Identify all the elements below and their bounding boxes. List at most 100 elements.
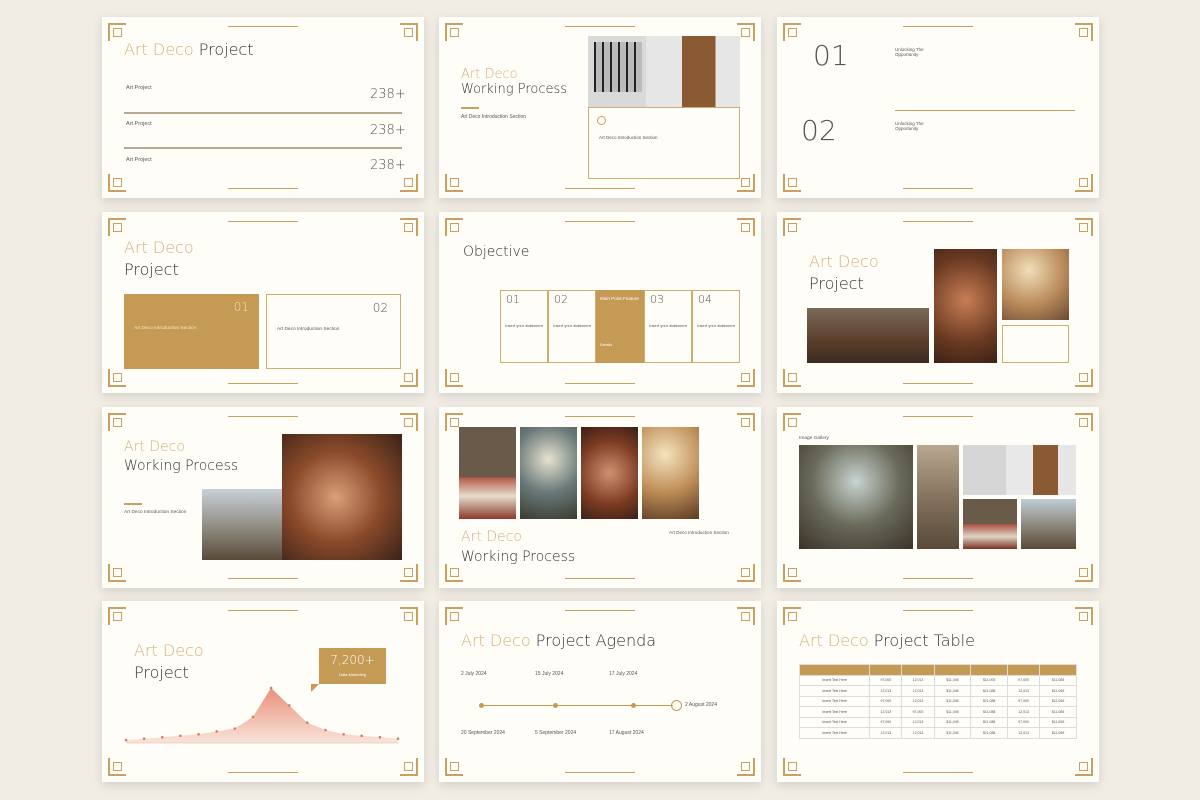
corner-ornament — [400, 218, 418, 236]
header-rule — [903, 221, 973, 222]
corner-ornament — [400, 369, 418, 387]
item-heading: Unlocking The Opportunity — [895, 121, 924, 131]
data-point — [342, 733, 345, 736]
table-cell: 97,000 — [869, 716, 903, 728]
table-cell: $11,065 — [1039, 716, 1077, 728]
accent-bar — [124, 503, 142, 505]
footer-rule — [565, 383, 635, 384]
slide-working-process-staircase[interactable]: Art Deco Working Process Art Deco Introd… — [102, 407, 424, 588]
corner-ornament — [445, 758, 463, 776]
row-value: 238+ — [370, 158, 406, 173]
corner-ornament — [1075, 174, 1093, 192]
corridor-photo — [917, 445, 959, 549]
title-gold: Art Deco — [124, 40, 194, 59]
table-cell: $11,045 — [933, 685, 972, 697]
corner-ornament — [400, 174, 418, 192]
slide-project-table[interactable]: Art Deco Project Table Insert Text Here 9… — [777, 601, 1099, 782]
title-dark: Project — [134, 663, 189, 682]
slide-objective[interactable]: Objective 01 Insert your statement 02 In… — [439, 212, 761, 393]
table-cell: 12,013 — [901, 674, 935, 686]
corner-ornament — [783, 607, 801, 625]
slide-opportunities[interactable]: 01 Unlocking The Opportunity 02 Unlockin… — [777, 17, 1099, 198]
door-window-photo — [588, 36, 740, 107]
data-point — [324, 728, 327, 732]
timeline-dot — [479, 703, 484, 708]
slide-working-process-door[interactable]: Art Deco Working Process Art Deco Introd… — [439, 17, 761, 198]
timeline-dot — [631, 703, 636, 708]
agenda-date: 15 July 2024 — [535, 671, 564, 677]
table-cell: $11,065 — [1039, 685, 1077, 697]
data-point — [124, 738, 128, 742]
agenda-date: 17 July 2024 — [609, 671, 638, 677]
footer-rule — [565, 772, 635, 773]
table-cell: $11,045 — [933, 727, 972, 739]
atrium-photo — [520, 427, 577, 519]
lobby-photo — [807, 308, 929, 363]
timeline-end-ring — [671, 700, 682, 711]
data-point — [287, 704, 291, 707]
slide-project-agenda[interactable]: Art Deco Project Agenda 2 July 2024 15 J… — [439, 601, 761, 782]
data-point — [378, 735, 382, 739]
footer-rule — [565, 578, 635, 579]
area-series — [126, 688, 398, 743]
table-cell: 97,000 — [869, 674, 903, 686]
corner-ornament — [400, 607, 418, 625]
callout-value: 7,200+ — [330, 653, 375, 667]
table-cell: 12,013 — [901, 695, 935, 707]
table-cell: 12,013 — [1007, 685, 1041, 697]
intro-box: Art Deco Introduction Section — [588, 107, 740, 179]
corner-ornament — [445, 607, 463, 625]
table-cell: 97,000 — [901, 706, 935, 718]
corner-ornament — [783, 413, 801, 431]
slide-project-stats[interactable]: Art Deco Project Art Project 238+ Art Pr… — [102, 17, 424, 198]
table-header-cell — [869, 664, 903, 676]
table-row: Insert Text Here 12,013 12,013 $11,045 $11,0… — [798, 685, 1077, 697]
table-cell: 12,013 — [1007, 727, 1041, 739]
callout-box: 7,200+ Data Marketing — [319, 648, 386, 684]
corner-ornament — [445, 218, 463, 236]
section-caption: Art Deco Introduction Section — [669, 530, 729, 535]
table-cell: $11,000 — [970, 674, 1009, 686]
chandelier-photo — [1002, 249, 1069, 320]
header-rule — [228, 221, 298, 222]
data-point — [251, 715, 255, 719]
corner-ornament — [108, 23, 126, 41]
col-text: Insert your statement — [649, 323, 687, 328]
title-gold: Art Deco — [124, 238, 194, 257]
slide-working-process-photos[interactable]: Art Deco Working Process Art Deco Introd… — [439, 407, 761, 588]
table-cell: $11,088 — [970, 706, 1009, 718]
slide-project-boxes[interactable]: Art Deco Project 01 Art Deco Introductio… — [102, 212, 424, 393]
building-photo — [202, 489, 284, 560]
row-label: Art Project — [126, 121, 152, 127]
footer-rule — [903, 578, 973, 579]
box-number: 02 — [372, 301, 388, 315]
table-cell: 12,013 — [869, 727, 903, 739]
footer-rule — [228, 578, 298, 579]
item-divider — [895, 110, 1075, 111]
caption-box — [1002, 325, 1069, 363]
window-grille — [594, 42, 642, 92]
title-dark: Project — [124, 260, 179, 279]
row-label: Art Project — [126, 85, 152, 91]
table-cell: $11,088 — [970, 685, 1009, 697]
title-gold: Art Deco — [461, 529, 522, 545]
slide-image-gallery[interactable]: Image Gallery — [777, 407, 1099, 588]
building-photo — [1021, 499, 1076, 549]
header-rule — [228, 416, 298, 417]
objective-col: 02 Insert your statement — [548, 290, 596, 363]
staircase-photo — [282, 434, 402, 560]
slide-project-chart[interactable]: Art Deco Project 7,200+ Data Marketing — [102, 601, 424, 782]
corner-ornament — [783, 218, 801, 236]
col-text: Insert your statement — [505, 323, 543, 328]
table-cell: $11,088 — [970, 695, 1009, 707]
header-rule — [903, 610, 973, 611]
gallery-label: Image Gallery — [799, 436, 829, 441]
project-table: Insert Text Here 97,000 12,013 $11,045 $11,0… — [798, 664, 1077, 739]
table-row: Insert Text Here 97,000 12,013 $11,045 $11,0… — [798, 716, 1077, 728]
corner-ornament — [783, 23, 801, 41]
lobby-photo — [799, 445, 913, 549]
ornament-icon — [597, 116, 606, 125]
corner-ornament — [737, 218, 755, 236]
slide-project-gallery[interactable]: Art Deco Project — [777, 212, 1099, 393]
table-header-row — [798, 664, 1077, 676]
